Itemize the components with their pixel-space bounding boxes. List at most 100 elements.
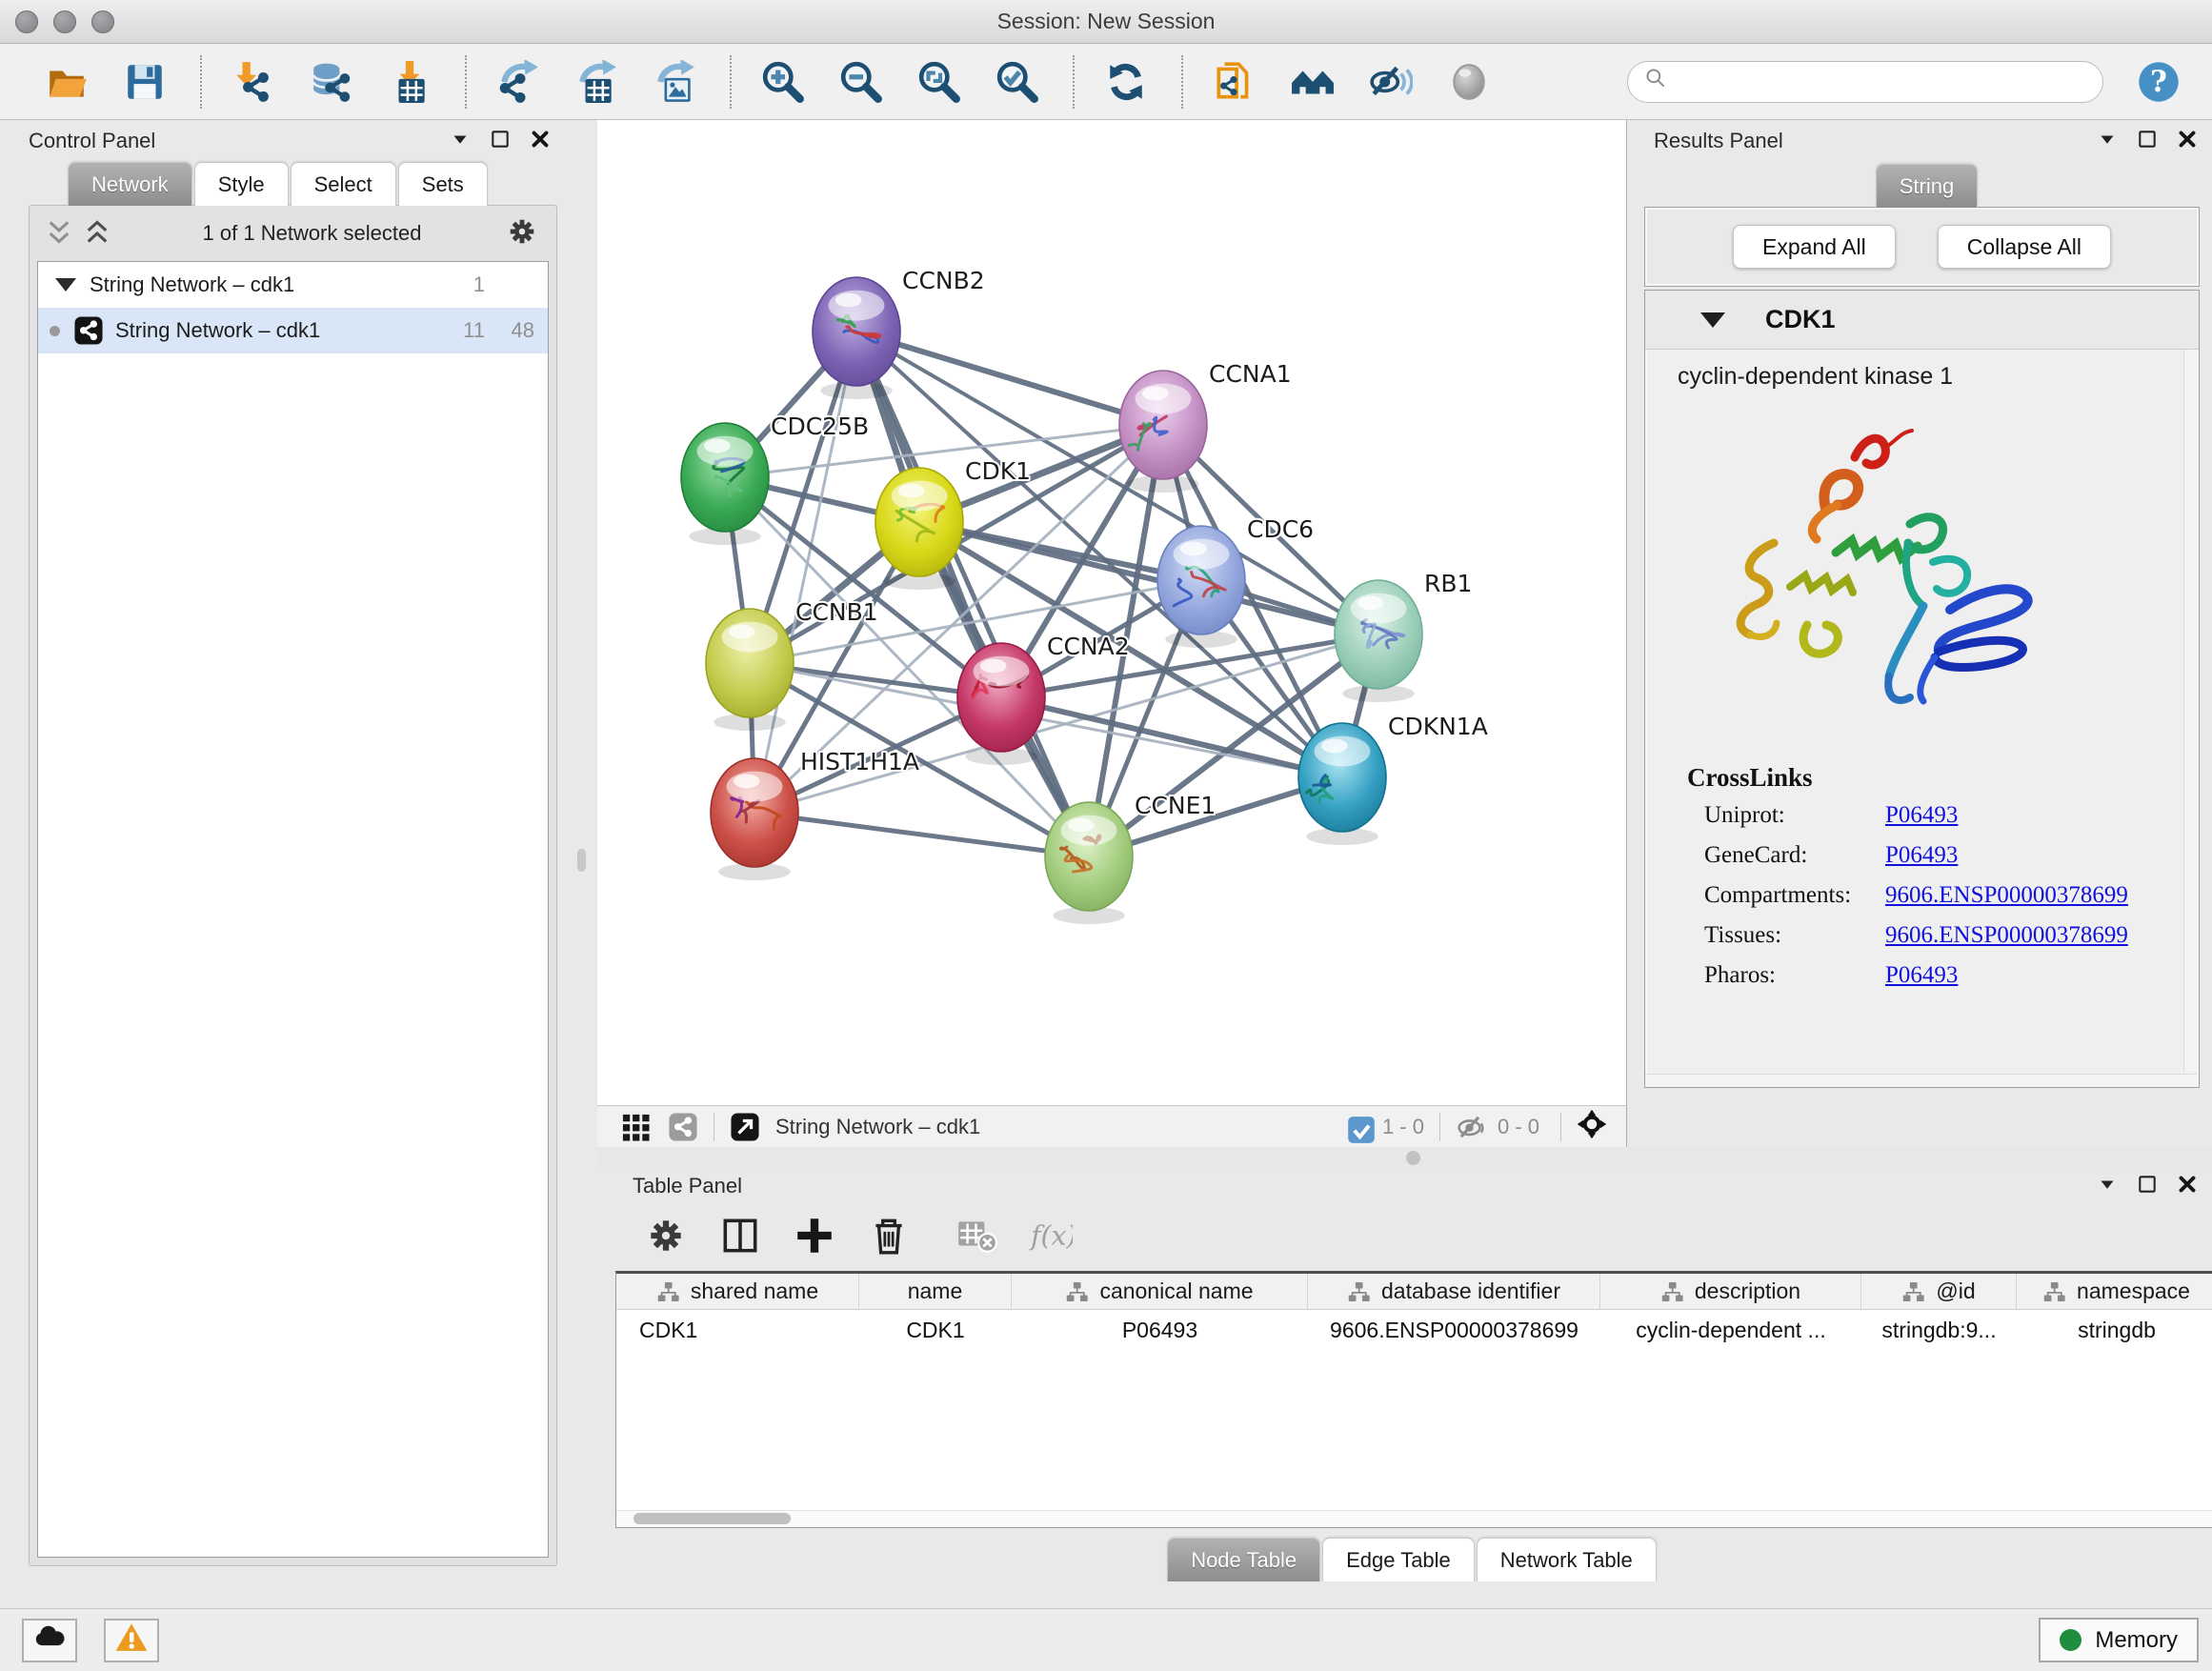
network-options-gear-icon[interactable]	[505, 214, 539, 253]
apply-layout-button[interactable]	[1103, 59, 1149, 105]
node-ccnb1[interactable]	[706, 609, 794, 731]
network-canvas[interactable]: CCNB2CCNA1CDC25BCDK1CDC6RB1CCNB1CCNA2CDK…	[597, 120, 1626, 1105]
tab-style[interactable]: Style	[194, 162, 289, 206]
table-cell[interactable]: CDK1	[859, 1310, 1012, 1350]
panel-float-icon[interactable]	[488, 127, 513, 156]
panel-collapse-icon[interactable]	[2095, 127, 2120, 156]
open-session-button[interactable]	[44, 59, 90, 105]
node-cdkn1a[interactable]	[1298, 723, 1386, 845]
column-header-name[interactable]: name	[859, 1274, 1012, 1309]
cloud-button[interactable]	[22, 1619, 77, 1662]
zoom-selected-button[interactable]	[995, 59, 1040, 105]
node-cdc6[interactable]	[1157, 526, 1245, 648]
crosslink-link[interactable]: P06493	[1885, 802, 1958, 829]
save-session-button[interactable]	[122, 59, 168, 105]
expand-all-networks-icon[interactable]	[81, 217, 113, 250]
export-network-button[interactable]	[495, 59, 541, 105]
node-cdc25b[interactable]	[681, 423, 769, 545]
tab-sets[interactable]: Sets	[398, 162, 488, 206]
panel-collapse-icon[interactable]	[448, 127, 473, 156]
table-cell[interactable]: 9606.ENSP00000378699	[1308, 1310, 1600, 1350]
zoom-fit-button[interactable]	[916, 59, 962, 105]
horizontal-splitter[interactable]	[597, 1147, 2212, 1168]
crosshair-icon[interactable]	[1577, 1109, 1613, 1145]
collapse-all-button[interactable]: Collapse All	[1938, 225, 2111, 269]
node-ccne1[interactable]	[1045, 802, 1133, 924]
birdseye-view-icon[interactable]	[730, 1112, 760, 1142]
node-rb1[interactable]	[1335, 580, 1422, 702]
search-box[interactable]	[1627, 61, 2103, 103]
maximize-window-button[interactable]	[91, 10, 114, 33]
splitter-handle[interactable]	[577, 849, 586, 872]
network-from-document-button[interactable]	[1212, 59, 1257, 105]
column-header--id[interactable]: @id	[1861, 1274, 2017, 1309]
crosslink-link[interactable]: 9606.ENSP00000378699	[1885, 882, 2128, 909]
delete-column-icon[interactable]	[866, 1213, 912, 1258]
search-input[interactable]	[1678, 70, 2087, 94]
edge[interactable]	[754, 813, 1089, 856]
column-header-description[interactable]: description	[1600, 1274, 1861, 1309]
help-button[interactable]: ?	[2136, 59, 2182, 105]
add-column-icon[interactable]	[792, 1213, 837, 1258]
hide-unselected-button[interactable]	[1368, 59, 1414, 105]
panel-float-icon[interactable]	[2135, 1172, 2160, 1201]
network-row[interactable]: String Network – cdk11148	[38, 308, 548, 353]
panel-float-icon[interactable]	[2135, 127, 2160, 156]
node-ccnb2[interactable]	[813, 277, 900, 399]
export-table-button[interactable]	[573, 59, 619, 105]
import-table-button[interactable]	[387, 59, 432, 105]
table-settings-gear-icon[interactable]	[643, 1213, 689, 1258]
table-row[interactable]: CDK1CDK1P064939606.ENSP00000378699cyclin…	[616, 1310, 2212, 1350]
grid-view-icon[interactable]	[620, 1112, 651, 1142]
panel-close-icon[interactable]	[528, 127, 553, 156]
memory-button[interactable]: Memory	[2039, 1618, 2199, 1662]
share-network-icon[interactable]	[668, 1112, 698, 1142]
string-home-button[interactable]	[1290, 59, 1336, 105]
node-hist1h1a[interactable]	[711, 758, 798, 880]
table-cell[interactable]: cyclin-dependent ...	[1600, 1310, 1861, 1350]
show-columns-icon[interactable]	[717, 1213, 763, 1258]
crosslink-link[interactable]: P06493	[1885, 962, 1958, 989]
table-cell[interactable]: stringdb	[2017, 1310, 2212, 1350]
table-hscrollbar-thumb[interactable]	[633, 1513, 791, 1524]
zoom-out-button[interactable]	[838, 59, 884, 105]
crosslink-link[interactable]: 9606.ENSP00000378699	[1885, 922, 2128, 949]
minimize-window-button[interactable]	[53, 10, 76, 33]
results-vscrollbar[interactable]	[2183, 350, 2197, 1072]
import-network-database-button[interactable]	[309, 59, 354, 105]
import-network-file-button[interactable]	[231, 59, 276, 105]
tree-expander-icon[interactable]	[55, 278, 76, 292]
appearance-button[interactable]	[1446, 59, 1492, 105]
collapse-gene-icon[interactable]	[1700, 312, 1725, 328]
tab-network[interactable]: Network	[68, 162, 192, 206]
panel-close-icon[interactable]	[2175, 1172, 2200, 1201]
selected-checkbox-icon[interactable]	[1346, 1115, 1371, 1139]
column-header-namespace[interactable]: namespace	[2017, 1274, 2212, 1309]
expand-all-button[interactable]: Expand All	[1733, 225, 1896, 269]
tab-network-table[interactable]: Network Table	[1477, 1538, 1657, 1581]
table-hscrollbar[interactable]	[616, 1510, 2212, 1527]
results-hscrollbar[interactable]	[1645, 1074, 2197, 1087]
column-header-shared-name[interactable]: shared name	[616, 1274, 859, 1309]
export-image-button[interactable]	[652, 59, 697, 105]
edge[interactable]	[856, 332, 1089, 856]
table-cell[interactable]: P06493	[1012, 1310, 1308, 1350]
gene-header[interactable]: CDK1	[1645, 291, 2199, 350]
network-collection-row[interactable]: String Network – cdk11	[38, 262, 548, 308]
column-header-database-identifier[interactable]: database identifier	[1308, 1274, 1600, 1309]
collapse-all-networks-icon[interactable]	[43, 217, 75, 250]
hidden-eye-icon[interactable]	[1456, 1112, 1486, 1142]
table-cell[interactable]: CDK1	[616, 1310, 859, 1350]
crosslink-link[interactable]: P06493	[1885, 842, 1958, 869]
zoom-in-button[interactable]	[760, 59, 806, 105]
warnings-button[interactable]	[104, 1619, 159, 1662]
edge[interactable]	[856, 332, 1163, 425]
tab-select[interactable]: Select	[291, 162, 396, 206]
column-header-canonical-name[interactable]: canonical name	[1012, 1274, 1308, 1309]
close-window-button[interactable]	[15, 10, 38, 33]
tab-node-table[interactable]: Node Table	[1167, 1538, 1320, 1581]
panel-collapse-icon[interactable]	[2095, 1172, 2120, 1201]
tab-string[interactable]: String	[1876, 164, 1978, 208]
panel-close-icon[interactable]	[2175, 127, 2200, 156]
table-cell[interactable]: stringdb:9...	[1861, 1310, 2017, 1350]
